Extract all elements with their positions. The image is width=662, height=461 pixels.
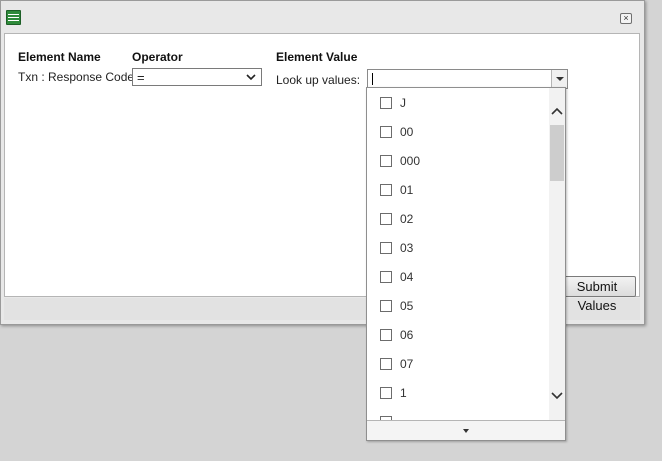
list-item[interactable]: 01 [367, 175, 549, 204]
list-item-label: 04 [400, 270, 414, 284]
chevron-down-icon [246, 74, 256, 81]
list-document-icon [6, 10, 21, 25]
text-caret [372, 73, 373, 85]
checkbox[interactable] [380, 358, 392, 370]
list-item-label: 07 [400, 357, 414, 371]
list-item[interactable]: 04 [367, 262, 549, 291]
list-scrollbar[interactable] [549, 88, 565, 420]
checkbox[interactable] [380, 329, 392, 341]
list-item[interactable]: 03 [367, 233, 549, 262]
list-item-label: 00 [400, 125, 414, 139]
list-item-label: 05 [400, 299, 414, 313]
checkbox[interactable] [380, 155, 392, 167]
checkbox[interactable] [380, 300, 392, 312]
operator-select[interactable]: = [132, 68, 262, 86]
list-item[interactable]: 06 [367, 320, 549, 349]
scroll-thumb[interactable] [550, 125, 564, 181]
checkbox[interactable] [380, 271, 392, 283]
list-item[interactable]: J [367, 88, 549, 117]
lookup-label: Look up values: [276, 73, 361, 87]
list-item[interactable]: 07 [367, 349, 549, 378]
list-item-label: 000 [400, 154, 421, 168]
element-name-header: Element Name [18, 50, 101, 64]
list-item[interactable]: 000 [367, 146, 549, 175]
list-item-label: 02 [400, 212, 414, 226]
element-name-value: Txn : Response Code [18, 70, 135, 84]
checkbox[interactable] [380, 97, 392, 109]
list-item-label: 03 [400, 241, 414, 255]
list-resize-footer[interactable] [367, 420, 565, 440]
chevron-down-icon[interactable] [551, 391, 563, 401]
lookup-input[interactable] [367, 69, 568, 89]
checkbox[interactable] [380, 242, 392, 254]
checkbox[interactable] [380, 213, 392, 225]
submit-values-button[interactable]: Submit Values [558, 276, 636, 313]
list-item-label: 1 [400, 386, 407, 400]
element-value-header: Element Value [276, 50, 358, 64]
list-item-label: 01 [400, 183, 414, 197]
close-button[interactable]: × [620, 13, 632, 24]
operator-value: = [137, 70, 145, 85]
lookup-values-list[interactable]: J 00 000 01 02 03 04 05 06 07 1 [366, 87, 566, 441]
list-item[interactable]: 02 [367, 204, 549, 233]
list-item[interactable]: 00 [367, 117, 549, 146]
list-item[interactable]: 1 [367, 378, 549, 407]
operator-header: Operator [132, 50, 183, 64]
checkbox[interactable] [380, 126, 392, 138]
checkbox[interactable] [380, 184, 392, 196]
chevron-up-icon[interactable] [551, 106, 563, 116]
list-item-label: J [400, 96, 406, 110]
list-item-label: 06 [400, 328, 414, 342]
checkbox[interactable] [380, 387, 392, 399]
list-item[interactable]: 05 [367, 291, 549, 320]
lookup-dropdown-button[interactable] [551, 70, 567, 88]
